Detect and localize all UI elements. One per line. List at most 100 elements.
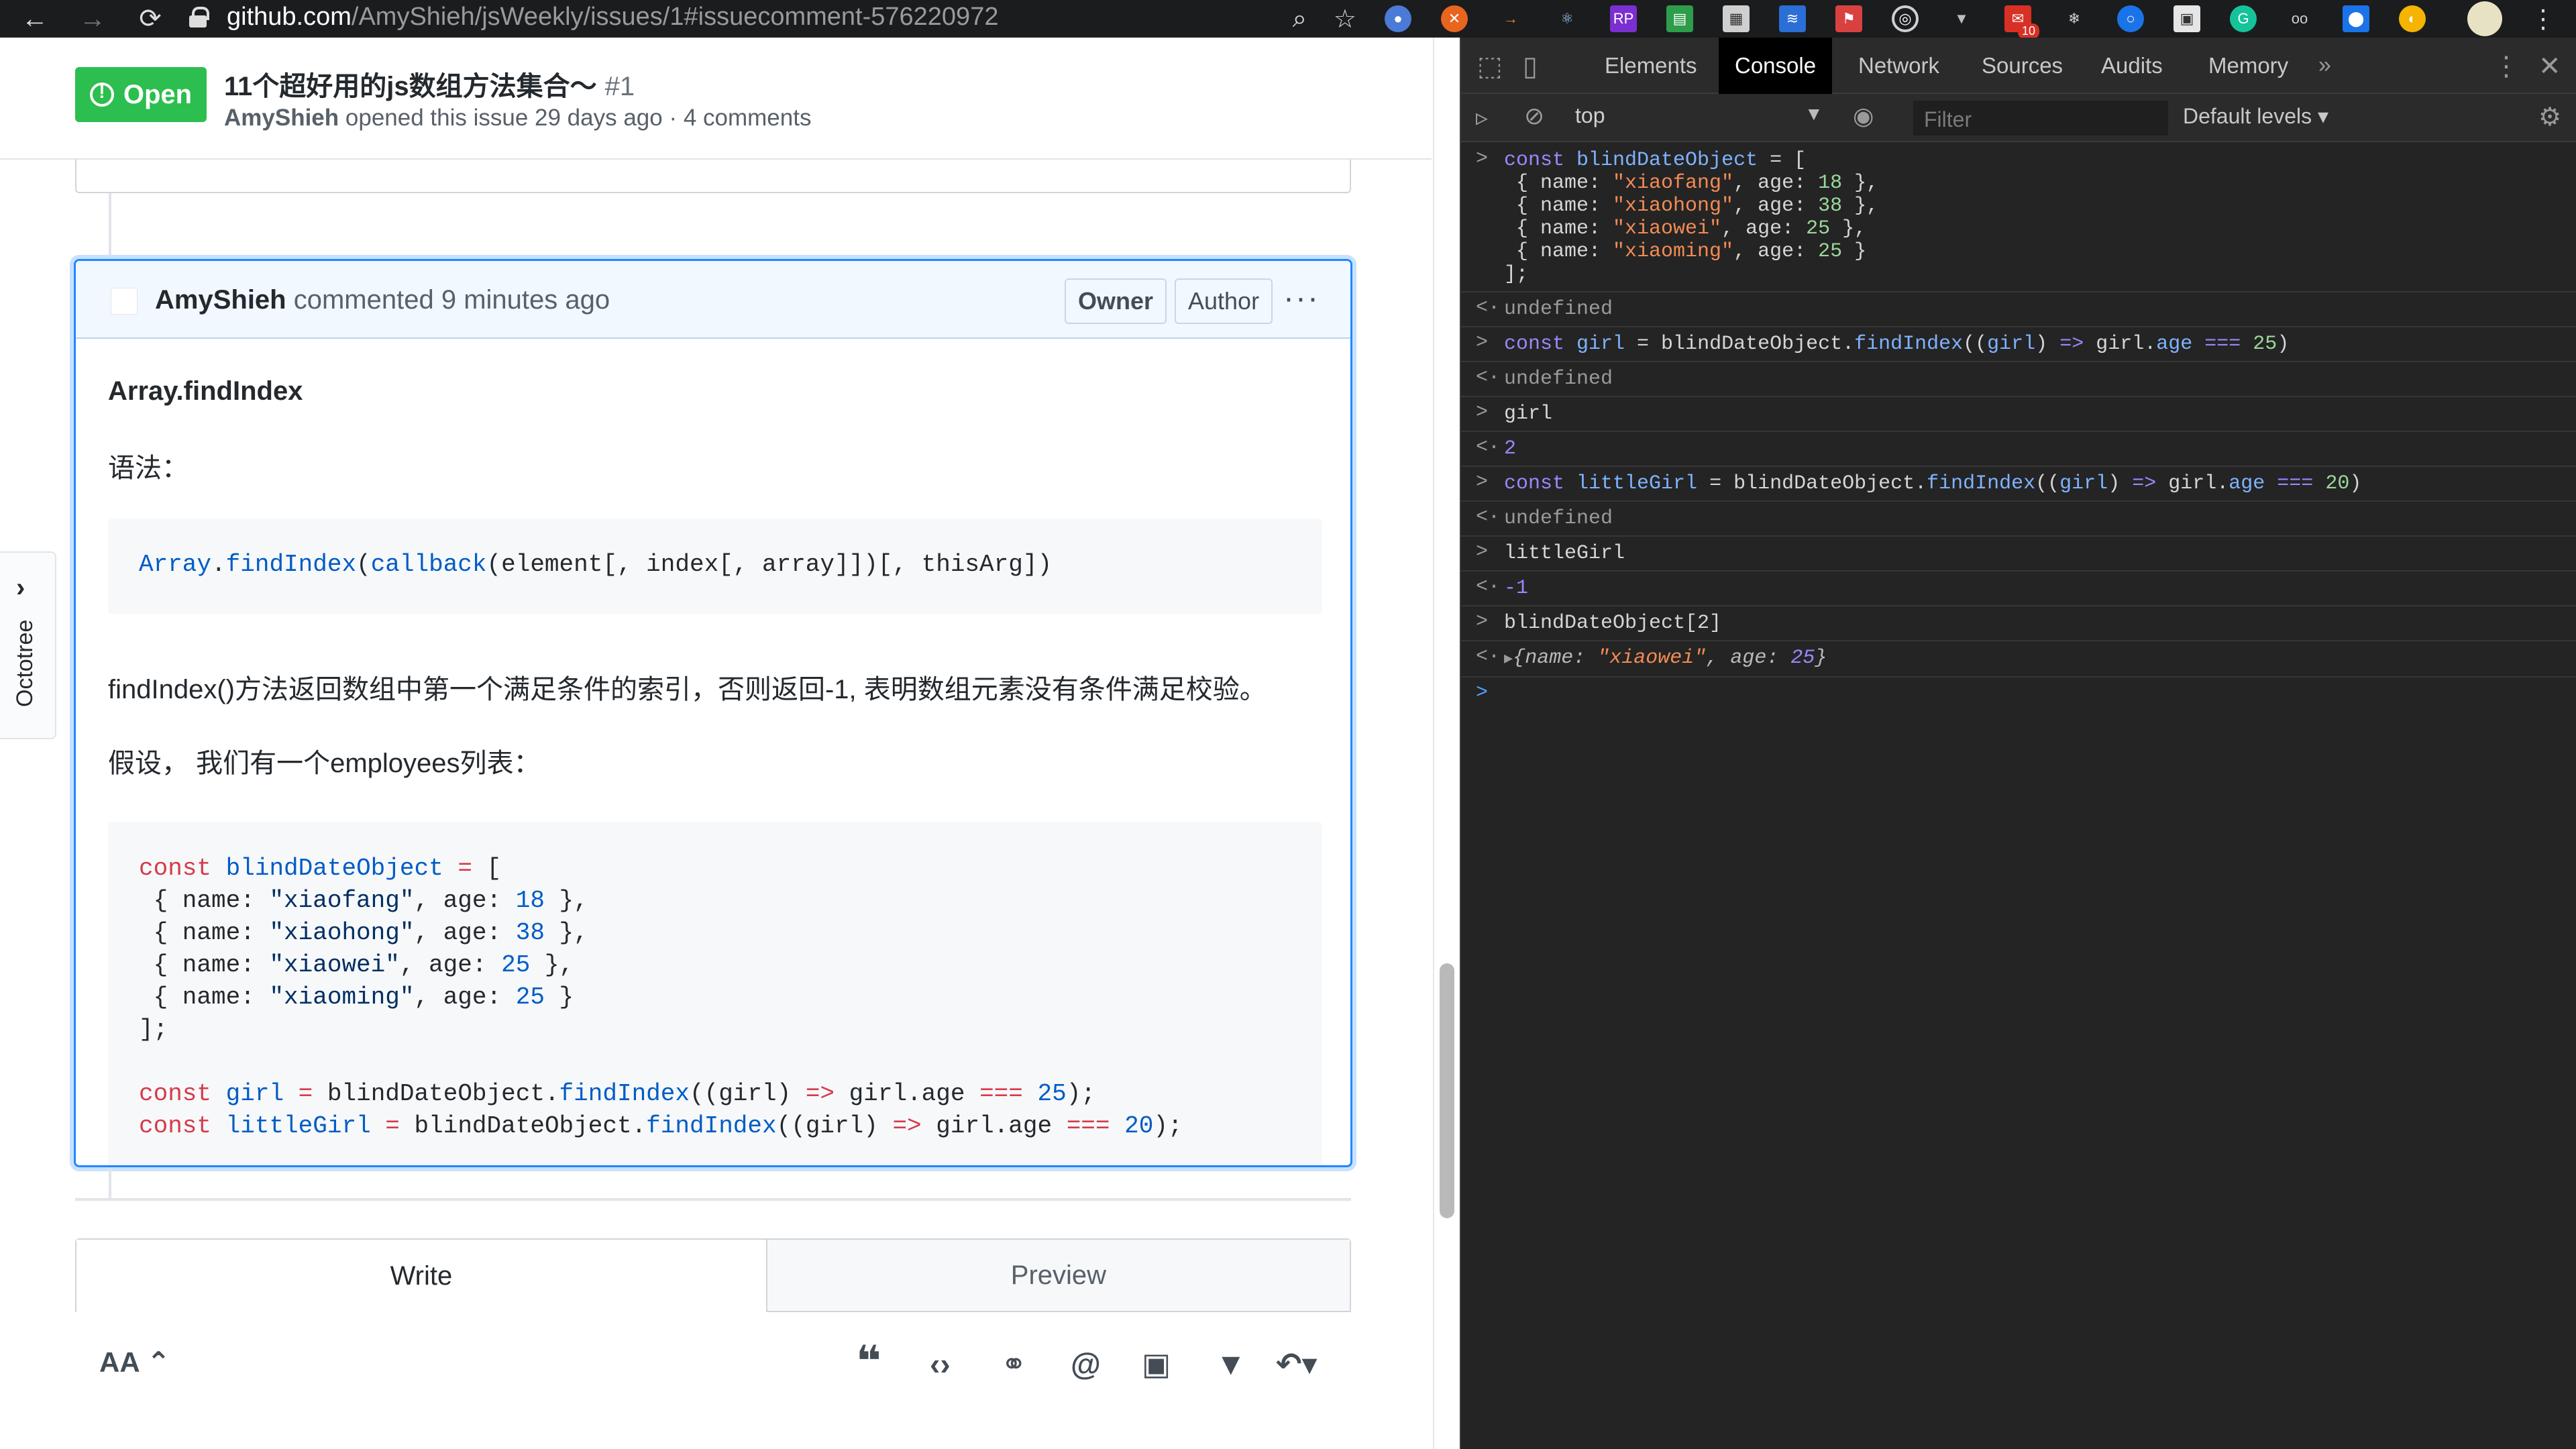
- extension-icon[interactable]: oo: [2286, 5, 2313, 32]
- extension-icon[interactable]: ◎: [1892, 5, 1919, 32]
- comment-author[interactable]: AmyShieh: [155, 285, 286, 315]
- reload-button[interactable]: ⟳: [131, 0, 169, 38]
- address-bar[interactable]: github.com/AmyShieh/jsWeekly/issues/1#is…: [188, 0, 998, 34]
- comment-time[interactable]: commented 9 minutes ago: [294, 285, 610, 315]
- octotree-label: Octotree: [12, 619, 38, 707]
- console-input-line: > blindDateObject[2]: [1461, 606, 2576, 641]
- reply-icon[interactable]: ↶▾: [1276, 1346, 1318, 1382]
- input-chevron-icon: >: [1476, 401, 1489, 424]
- github-issue-page: Open 11个超好用的js数组方法集合～#1 AmyShieh opened …: [0, 38, 1432, 1449]
- browser-toolbar: ← → ⟳ github.com/AmyShieh/jsWeekly/issue…: [0, 0, 2576, 39]
- console-result-line: <· -1: [1461, 572, 2576, 606]
- image-icon[interactable]: ▣: [1142, 1346, 1171, 1382]
- chevron-down-icon[interactable]: ▼: [1805, 103, 1823, 125]
- extension-icon[interactable]: ❄: [2061, 5, 2088, 32]
- back-button[interactable]: ←: [16, 0, 54, 38]
- comment-composer-tabs: Write Preview: [75, 1238, 1351, 1312]
- log-levels-dropdown[interactable]: Default levels ▾: [2183, 103, 2328, 129]
- extension-icon[interactable]: RP: [1610, 5, 1637, 32]
- grammarly-icon[interactable]: G: [2230, 5, 2257, 32]
- code-icon[interactable]: ‹›: [930, 1346, 951, 1382]
- quote-icon[interactable]: ❝: [856, 1336, 881, 1387]
- extension-icon[interactable]: ▤: [1666, 5, 1693, 32]
- menu-icon[interactable]: ⋮: [2530, 4, 2556, 34]
- tab-elements[interactable]: Elements: [1589, 38, 1713, 94]
- live-expression-eye-icon[interactable]: ◉: [1853, 102, 1874, 130]
- text-size-label: AA: [99, 1346, 140, 1378]
- extension-icon[interactable]: ○: [2117, 5, 2144, 32]
- mention-icon[interactable]: @: [1071, 1346, 1101, 1382]
- input-chevron-icon: >: [1476, 331, 1489, 354]
- input-chevron-icon: >: [1476, 541, 1489, 564]
- devtools-menu-icon[interactable]: ⋮: [2493, 51, 2520, 82]
- page-scrollbar[interactable]: [1433, 38, 1460, 1449]
- close-icon[interactable]: ✕: [2538, 51, 2561, 82]
- scrollbar-thumb[interactable]: [1440, 963, 1454, 1218]
- sidebar-toggle-icon[interactable]: ▹: [1476, 103, 1488, 131]
- code-token: Array: [139, 551, 212, 578]
- extension-icon[interactable]: ▣: [2174, 5, 2200, 32]
- more-options-icon[interactable]: ···: [1283, 280, 1320, 317]
- extension-icon[interactable]: ●: [1385, 5, 1411, 32]
- tab-write[interactable]: Write: [76, 1240, 766, 1312]
- gear-icon[interactable]: ⚙: [2538, 102, 2561, 132]
- comment-box: AmyShieh commented 9 minutes ago Owner A…: [74, 259, 1352, 1167]
- timeline-connector: [109, 1169, 111, 1199]
- extension-icon[interactable]: ⬤: [2343, 5, 2369, 32]
- notification-badge: 10: [2017, 23, 2039, 39]
- result-arrow-icon: <·: [1476, 576, 1501, 598]
- issue-number: #1: [604, 72, 635, 101]
- console-result: 2: [1504, 437, 1517, 460]
- markdown-toolbar: AA ⌃ ❝ ‹› ⚭ @ ▣ ▼ ↶▾: [75, 1312, 1351, 1419]
- tab-preview[interactable]: Preview: [765, 1240, 1350, 1312]
- react-devtools-icon[interactable]: ⚛: [1554, 5, 1580, 32]
- comment-header: AmyShieh commented 9 minutes ago Owner A…: [76, 261, 1350, 339]
- mail-icon[interactable]: ✉ 10: [2004, 5, 2039, 39]
- issue-title-text: 11个超好用的js数组方法集合～: [224, 72, 597, 101]
- method-heading: Array.findIndex: [108, 376, 303, 406]
- extension-icon[interactable]: ◐: [2399, 5, 2426, 32]
- issue-opened-icon: [89, 81, 114, 107]
- expand-triangle-icon[interactable]: ▶: [1504, 651, 1513, 667]
- console-filter-input[interactable]: Filter: [1913, 101, 2168, 136]
- profile-avatar[interactable]: [2467, 1, 2502, 36]
- tab-audits[interactable]: Audits: [2085, 38, 2179, 94]
- zoom-icon[interactable]: ⌕: [1293, 5, 1307, 34]
- extension-icon[interactable]: ≋: [1779, 5, 1806, 32]
- extension-icon[interactable]: →: [1497, 5, 1524, 32]
- tab-console[interactable]: Console: [1719, 38, 1833, 94]
- extensions-area: ⌕ ☆ ● ✕ → ⚛ RP ▤ ▦ ≋ ⚑ ◎ ▼ ✉ 10 ❄ ○ ▣ G o…: [1279, 0, 2576, 39]
- tab-network[interactable]: Network: [1842, 38, 1955, 94]
- extension-icon[interactable]: ⚑: [1835, 5, 1862, 32]
- extension-icon[interactable]: ▦: [1723, 5, 1750, 32]
- extension-icon[interactable]: ✕: [1441, 5, 1468, 32]
- console-output: > const blindDateObject = [ { name: "xiao…: [1461, 144, 2576, 704]
- tab-sources[interactable]: Sources: [1966, 38, 2079, 94]
- clear-console-icon[interactable]: ⊘: [1524, 102, 1544, 130]
- tab-memory[interactable]: Memory: [2192, 38, 2304, 94]
- context-selector[interactable]: top: [1575, 103, 1736, 133]
- vue-devtools-icon[interactable]: ▼: [1948, 5, 1975, 32]
- avatar[interactable]: [111, 288, 138, 315]
- issue-author-link[interactable]: AmyShieh: [224, 105, 339, 131]
- timeline-connector: [109, 193, 111, 259]
- octotree-sidebar-toggle[interactable]: › Octotree: [0, 551, 56, 739]
- code-line: { name: "xiaowei", age: 25 },: [139, 951, 574, 979]
- issue-meta: AmyShieh opened this issue 29 days ago ·…: [224, 105, 811, 131]
- code-line: { name: "xiaohong", age: 38 },: [139, 919, 588, 947]
- console-result-line: <· undefined: [1461, 502, 2576, 537]
- inspect-element-icon[interactable]: ⬚: [1477, 51, 1503, 82]
- console-input: blindDateObject[2]: [1504, 612, 1722, 635]
- more-tabs-icon[interactable]: »: [2318, 52, 2331, 78]
- console-input-line: > littleGirl: [1461, 537, 2576, 572]
- console-result-line[interactable]: <· ▶{name: "xiaowei", age: 25}: [1461, 641, 2576, 678]
- console-prompt[interactable]: >: [1461, 678, 2576, 704]
- forward-button[interactable]: →: [74, 0, 111, 38]
- device-toolbar-icon[interactable]: ▯: [1523, 51, 1538, 82]
- console-result: -1: [1504, 577, 1529, 600]
- saved-reply-icon[interactable]: ▼: [1216, 1346, 1246, 1382]
- text-size-icon[interactable]: AA ⌃: [99, 1346, 170, 1379]
- link-icon[interactable]: ⚭: [1001, 1346, 1027, 1382]
- bookmark-star-icon[interactable]: ☆: [1334, 4, 1356, 34]
